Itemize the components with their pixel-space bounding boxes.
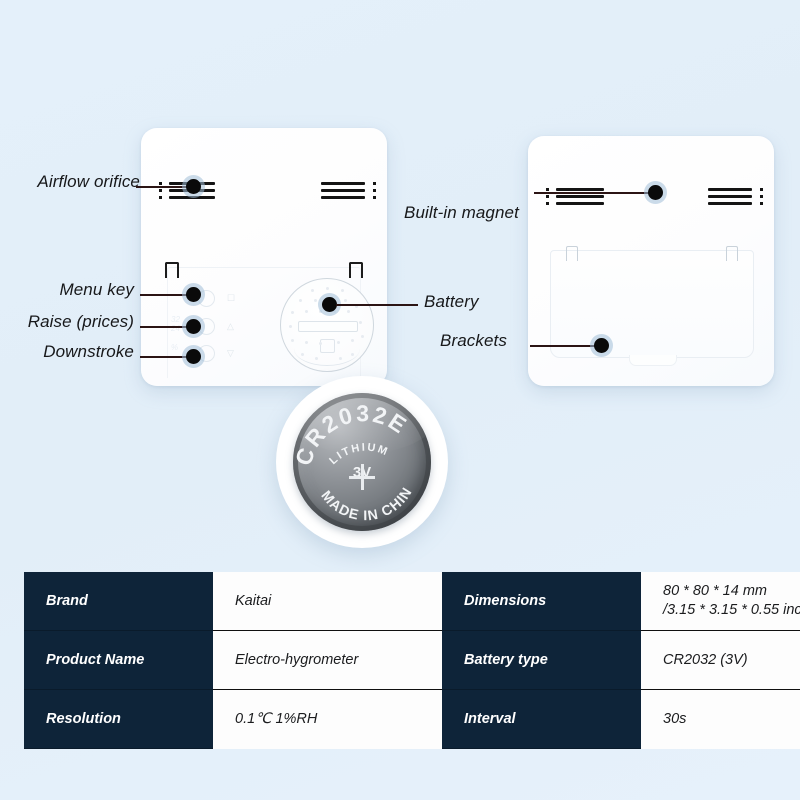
spec-value-product-name: Electro-hygrometer	[213, 630, 442, 690]
vent-bar	[708, 188, 752, 191]
vent-bar	[321, 182, 365, 185]
menu-icon: ☐	[227, 293, 236, 303]
vent-bar	[321, 196, 365, 199]
callout-label-brackets: Brackets	[440, 331, 507, 350]
magnet-vent	[556, 188, 604, 205]
spec-value-dimensions: 80 * 80 * 14 mm /3.15 * 3.15 * 0.55 inch…	[641, 572, 800, 631]
callout-dot-battery[interactable]	[322, 297, 337, 312]
spec-key-dimensions: Dimensions	[442, 572, 641, 631]
table-row: Brand Kaitai Dimensions 80 * 80 * 14 mm …	[24, 572, 800, 631]
device-back-view	[528, 136, 774, 386]
callout-dot-brackets[interactable]	[594, 338, 609, 353]
battery-polarity-plus-icon	[349, 464, 375, 491]
spec-value-interval: 30s	[641, 689, 800, 749]
bracket-clip-right	[349, 262, 363, 278]
vent-dots	[373, 182, 376, 203]
vent-bar	[556, 195, 604, 198]
triangle-up-icon: △	[227, 321, 234, 331]
callout-dot-airflow-orifice[interactable]	[186, 179, 201, 194]
table-row: Product Name Electro-hygrometer Battery …	[24, 630, 800, 690]
spec-key-battery-type: Battery type	[442, 630, 641, 690]
vent-bar	[169, 196, 215, 199]
airflow-vent-secondary	[321, 182, 365, 199]
spec-value-battery-type: CR2032 (3V)	[641, 630, 800, 690]
vent-bar	[321, 189, 365, 192]
device-front-view: ☐ △ ▽ 32 24 %	[141, 128, 387, 386]
compartment-square	[320, 339, 335, 353]
spec-value-brand: Kaitai	[213, 572, 442, 631]
spec-key-resolution: Resolution	[24, 689, 213, 749]
back-vent-secondary	[708, 188, 752, 205]
coin-cell-battery: CR2032E LITHIUM 3V MADE IN CHINA	[293, 393, 431, 531]
leader-line-built-in-magnet	[534, 192, 652, 194]
callout-dot-raise-prices[interactable]	[186, 319, 201, 334]
leader-line-downstroke	[140, 356, 192, 358]
dimensions-mm: 80 * 80 * 14 mm	[663, 583, 767, 600]
vent-dots	[760, 188, 763, 209]
leader-line-raise-prices	[140, 326, 192, 328]
bracket-clip-left	[566, 246, 578, 261]
bracket-clip-right	[726, 246, 738, 261]
leader-line-menu-key	[140, 294, 192, 296]
vent-bar	[556, 202, 604, 205]
dimensions-inch: /3.15 * 3.15 * 0.55 inche	[663, 602, 800, 618]
battery-compartment	[280, 278, 374, 372]
callout-label-raise-prices: Raise (prices)	[27, 312, 134, 331]
leader-line-brackets	[530, 345, 598, 347]
leader-line-battery	[336, 304, 418, 306]
triangle-down-icon: ▽	[227, 348, 234, 358]
product-infographic: ☐ △ ▽ 32 24 % Airflow orifice Menu key R…	[0, 0, 800, 800]
callout-label-battery: Battery	[424, 292, 479, 311]
battery-closeup-circle: CR2032E LITHIUM 3V MADE IN CHINA	[276, 376, 448, 548]
callout-dot-menu-key[interactable]	[186, 287, 201, 302]
ghost-print: 32 24	[171, 315, 180, 333]
callout-label-airflow-orifice: Airflow orifice	[37, 172, 140, 191]
callout-label-menu-key: Menu key	[59, 280, 134, 299]
table-row: Resolution 0.1℃ 1%RH Interval 30s	[24, 689, 800, 749]
spec-value-resolution: 0.1℃ 1%RH	[213, 689, 442, 749]
bracket-clip-left	[165, 262, 179, 278]
callout-dot-downstroke[interactable]	[186, 349, 201, 364]
callout-dot-built-in-magnet[interactable]	[648, 185, 663, 200]
cover-tab	[629, 355, 677, 366]
callout-label-built-in-magnet: Built-in magnet	[404, 203, 519, 222]
spec-key-brand: Brand	[24, 572, 213, 631]
callout-label-downstroke: Downstroke	[43, 342, 134, 361]
compartment-slot	[298, 321, 358, 332]
vent-bar	[708, 202, 752, 205]
spec-key-product-name: Product Name	[24, 630, 213, 690]
spec-key-interval: Interval	[442, 689, 641, 749]
ghost-print: %	[171, 343, 179, 352]
back-cover-plate	[550, 250, 754, 366]
vent-bar	[556, 188, 604, 191]
specification-table: Brand Kaitai Dimensions 80 * 80 * 14 mm …	[24, 572, 800, 749]
vent-bar	[708, 195, 752, 198]
battery-model-text: CR2032E	[293, 400, 413, 468]
